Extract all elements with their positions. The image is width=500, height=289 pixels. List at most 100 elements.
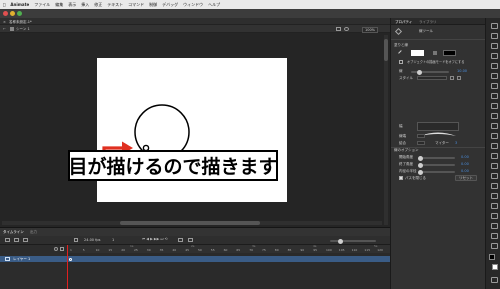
menu-text[interactable]: テキスト [107,2,123,8]
show-all-icon[interactable] [54,247,58,251]
style-select[interactable] [417,76,447,80]
eyedropper-tool-icon[interactable] [490,192,498,199]
menu-commands[interactable]: コマンド [128,2,144,8]
stroke-value[interactable]: 10.00 [457,69,467,73]
menu-debug[interactable]: デバッグ [162,2,178,8]
option1-slider-knob[interactable] [418,155,423,161]
camera-tool-icon[interactable] [490,222,498,229]
ink-bottle-tool-icon[interactable] [490,182,498,189]
option2-slider[interactable] [418,162,455,168]
menu-edit[interactable]: 編集 [55,2,63,8]
free-transform-tool-icon[interactable] [490,42,498,49]
tab-properties[interactable]: プロパティ [395,20,412,24]
keyframe-marker[interactable] [69,257,72,261]
frame-ruler[interactable]: 1 5 10 15 20 25 30 35 40 45 50 55 60 65 70 75 80 85 90 95 10… [68,244,390,253]
option2-slider-knob[interactable] [418,162,423,168]
subselection-tool-icon[interactable] [490,32,498,39]
horizontal-scroll-thumb[interactable] [120,221,260,225]
rectangle-tool-icon[interactable] [490,102,498,109]
back-arrow-icon[interactable]: ← [3,27,6,31]
miter-value[interactable]: 3 [455,141,457,145]
zoom-tool-icon[interactable] [490,242,498,249]
option3-slider-knob[interactable] [418,169,423,175]
width-tool-icon[interactable] [490,212,498,219]
miter-label: マイター [435,141,449,145]
frame-counter[interactable]: 1 [112,238,114,242]
edit-multiple-frames-icon[interactable] [188,238,193,242]
join-select[interactable] [417,141,425,145]
close-tab-icon[interactable]: × [3,20,6,24]
polystar-tool-icon[interactable] [490,122,498,129]
hand-tool-icon[interactable] [490,232,498,239]
tab-library[interactable]: ライブラリ [419,20,437,24]
width-profile-select[interactable] [417,122,459,136]
close-path-checkbox[interactable] [399,176,403,180]
option1-value[interactable]: 0.00 [461,155,469,159]
menu-file[interactable]: ファイル [34,2,50,8]
cap-select[interactable] [417,134,425,138]
option1-slider[interactable] [418,155,455,161]
fill-color-swatch[interactable] [443,50,456,56]
menu-window[interactable]: ウィンドウ [183,2,203,8]
option3-value[interactable]: 0.00 [461,169,469,173]
new-layer-icon[interactable] [5,238,10,242]
edit-symbols-icon[interactable] [336,27,341,31]
ruler-tick-label: 75 [262,248,266,252]
paint-brush-tool-icon[interactable] [490,152,498,159]
document-tab[interactable]: 名称未設定-1* [9,20,32,24]
zoom-window-icon[interactable] [17,11,22,16]
section-line-options[interactable]: 線のオプション [394,148,419,152]
menu-animate[interactable]: Animate [10,2,29,7]
option2-value[interactable]: 0.00 [461,162,469,166]
brush-tool-icon[interactable] [490,142,498,149]
vertical-scrollbar[interactable] [384,35,388,225]
new-folder-icon[interactable] [14,238,19,242]
text-tool-icon[interactable] [490,82,498,89]
tab-output[interactable]: 出力 [30,230,37,234]
playback-controls[interactable]: ⏮ ◀ ▶ ▶▶ ⏭ ⟲ [142,237,168,241]
timeline-zoom-slider[interactable] [330,238,376,244]
edit-stroke-style-icon[interactable] [450,76,454,80]
paint-bucket-tool-icon[interactable] [490,172,498,179]
delete-layer-icon[interactable] [23,238,28,242]
timeline-zoom-knob[interactable] [338,238,343,244]
layer-name[interactable]: レイヤー 1 [13,257,30,261]
pencil-tool-icon[interactable] [490,132,498,139]
oval-tool-icon[interactable] [490,112,498,119]
apple-icon[interactable]:  [3,2,5,7]
pen-tool-icon[interactable] [490,72,498,79]
playhead[interactable] [67,245,68,289]
bone-tool-icon[interactable] [490,162,498,169]
close-window-icon[interactable] [3,11,8,16]
stroke-color-swatch[interactable] [411,50,424,56]
stroke-color-chip[interactable] [489,254,495,260]
menu-insert[interactable]: 挿入 [81,2,89,8]
menu-modify[interactable]: 修正 [94,2,102,8]
fill-color-chip[interactable] [492,264,498,270]
style-options-icon[interactable] [457,76,461,80]
menu-help[interactable]: ヘルプ [208,2,220,8]
eraser-tool-icon[interactable] [490,202,498,209]
stroke-slider-knob[interactable] [417,69,422,75]
selection-tool-icon[interactable] [490,22,498,29]
menu-view[interactable]: 表示 [68,2,76,8]
reset-button[interactable]: リセット [455,175,477,181]
menu-control[interactable]: 制御 [149,2,157,8]
section-fill-stroke[interactable]: 塗りと線 [394,43,408,47]
object-drawing-icon[interactable] [399,60,403,64]
center-stage-icon[interactable] [344,27,349,31]
line-tool-icon[interactable] [490,92,498,99]
tab-timeline[interactable]: タイムライン [3,230,24,234]
stroke-slider[interactable] [411,69,449,75]
3d-rotation-tool-icon[interactable] [490,52,498,59]
fps-label[interactable]: 24.00 fps [84,238,100,242]
swap-colors-icon[interactable] [490,276,498,283]
minimize-window-icon[interactable] [10,11,15,16]
option3-slider[interactable] [418,169,455,175]
camera-icon[interactable] [74,238,78,242]
layer-row[interactable]: レイヤー 1 [0,256,390,262]
onion-skin-icon[interactable] [178,238,183,242]
lasso-tool-icon[interactable] [490,62,498,69]
vertical-scroll-thumb[interactable] [384,39,388,61]
lock-all-icon[interactable] [60,247,64,251]
